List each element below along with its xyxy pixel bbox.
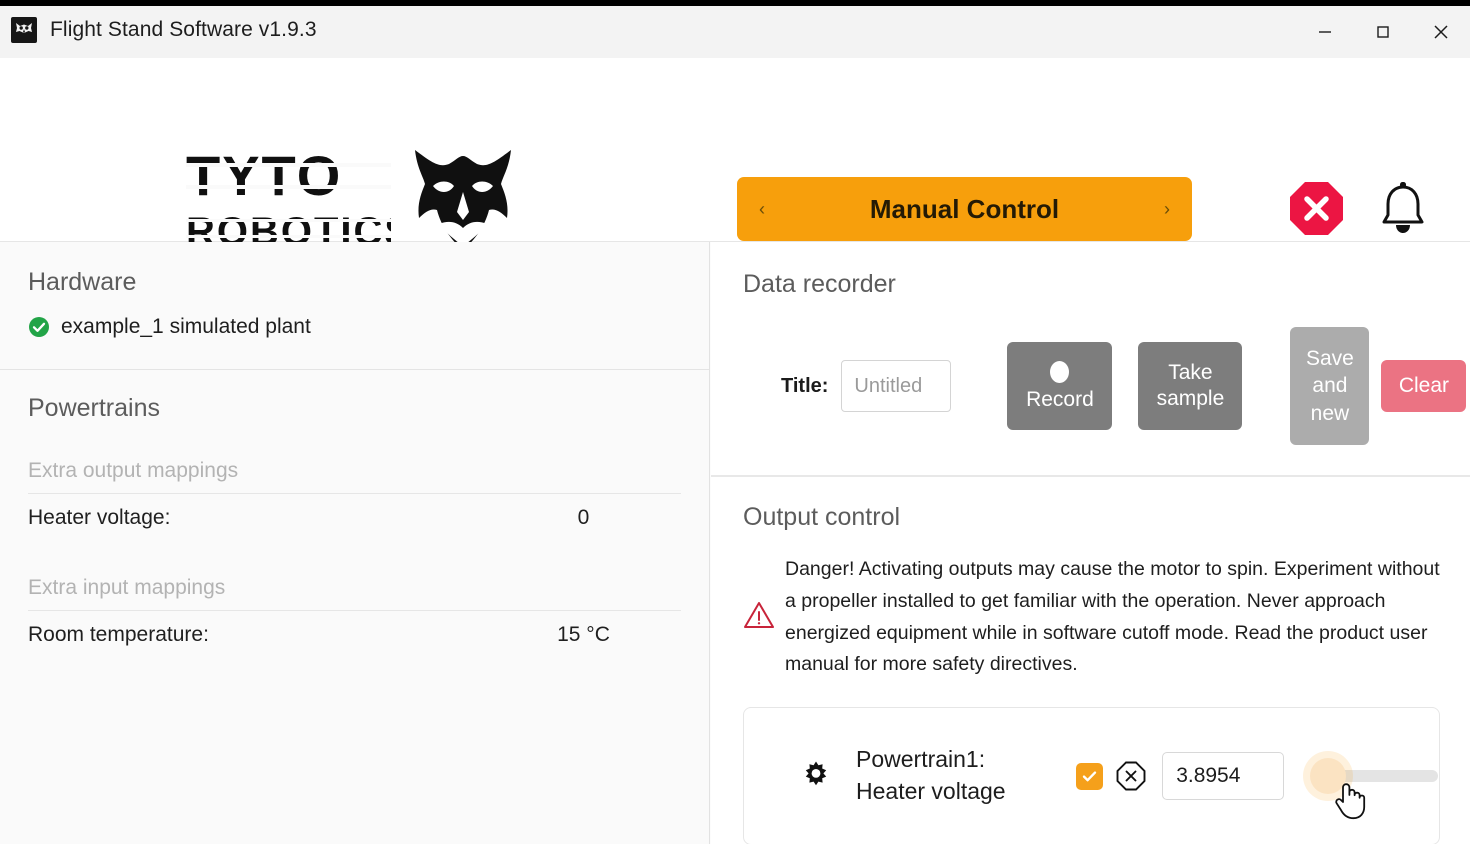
recording-title-input[interactable] — [841, 360, 952, 412]
extra-output-mappings-group: Extra output mappings Heater voltage: 0 — [28, 459, 681, 540]
title-bar-top-edge — [0, 0, 1470, 6]
window-controls — [1296, 6, 1470, 58]
minimize-button[interactable] — [1296, 6, 1354, 58]
extra-input-mappings-title: Extra input mappings — [28, 576, 226, 599]
brand-line1-text: TYTO — [186, 147, 342, 207]
take-sample-label-line1: Take — [1168, 360, 1213, 384]
title-field-label: Title: — [781, 374, 829, 397]
save-and-new-line3: new — [1310, 401, 1350, 425]
owl-app-icon — [11, 17, 37, 43]
powertrain-name-line1: Powertrain1: — [856, 746, 986, 773]
emergency-stop-button[interactable] — [1288, 180, 1345, 237]
take-sample-button[interactable]: Take sample — [1138, 342, 1243, 430]
powertrain-enable-checkbox[interactable] — [1076, 762, 1104, 790]
hardware-panel: Hardware example_1 simulated plant — [0, 242, 709, 370]
safety-warning-text: Danger! Activating outputs may cause the… — [785, 558, 1440, 676]
bell-icon — [1382, 181, 1424, 233]
close-button[interactable] — [1412, 6, 1470, 58]
data-recorder-controls: Title: Record Take sample Save and new C… — [743, 327, 1470, 445]
take-sample-label-line2: sample — [1156, 387, 1225, 410]
status-ok-icon — [28, 316, 50, 338]
powertrain-stop-button[interactable] — [1116, 761, 1146, 791]
app-header: TYTO ROBOTICS ‹ Manual Control › — [0, 58, 1470, 253]
powertrain-value-input[interactable] — [1162, 752, 1285, 801]
mapping-label: Room temperature: — [28, 623, 209, 646]
extra-output-mappings-title: Extra output mappings — [28, 459, 239, 482]
mode-selector-button[interactable]: ‹ Manual Control › — [737, 177, 1192, 241]
record-button[interactable]: Record — [1007, 342, 1113, 430]
brand-wordmark-svg: TYTO ROBOTICS — [186, 147, 391, 253]
mode-label: Manual Control — [869, 193, 1060, 224]
output-control-title: Output control — [743, 503, 901, 531]
hardware-title: Hardware — [28, 268, 137, 296]
clear-button-label: Clear — [1398, 374, 1450, 397]
extra-input-mappings-group: Extra input mappings Room temperature: 1… — [28, 576, 681, 657]
data-recorder-panel: Data recorder Title: Record Take sample … — [711, 242, 1470, 476]
mapping-row: Room temperature: 15 °C — [28, 611, 681, 657]
powertrain-output-name: Powertrain1: Heater voltage — [856, 744, 1054, 807]
maximize-button[interactable] — [1354, 6, 1412, 58]
mapping-label: Heater voltage: — [28, 506, 171, 529]
powertrains-panel: Powertrains Extra output mappings Heater… — [0, 370, 709, 657]
output-control-panel: Output control Danger! Activating output… — [711, 476, 1470, 844]
check-icon — [1082, 771, 1097, 782]
save-and-new-line2: and — [1312, 374, 1348, 398]
clear-button[interactable]: Clear — [1381, 360, 1467, 412]
hardware-device-row[interactable]: example_1 simulated plant — [28, 315, 681, 339]
right-column: Data recorder Title: Record Take sample … — [711, 242, 1470, 844]
window-title: Flight Stand Software v1.9.3 — [50, 18, 317, 41]
record-dot-icon — [1050, 360, 1070, 383]
octagon-stop-icon — [1290, 182, 1343, 235]
gear-icon[interactable] — [802, 760, 830, 793]
hardware-device-name: example_1 simulated plant — [61, 315, 311, 338]
powertrain-slider[interactable] — [1310, 754, 1439, 820]
application-window: Flight Stand Software v1.9.3 TYTO ROBOTI… — [0, 0, 1470, 844]
save-and-new-line1: Save — [1305, 347, 1354, 371]
powertrain-name-line2: Heater voltage — [856, 778, 1006, 805]
warning-triangle-icon — [743, 600, 777, 635]
left-sidebar: Hardware example_1 simulated plant Power… — [0, 242, 710, 844]
powertrains-title: Powertrains — [28, 394, 160, 422]
data-recorder-title: Data recorder — [743, 270, 896, 298]
mapping-row: Heater voltage: 0 — [28, 494, 681, 540]
notifications-button[interactable] — [1375, 179, 1431, 237]
save-and-new-button[interactable]: Save and new — [1290, 327, 1370, 445]
mode-next-icon[interactable]: › — [1164, 199, 1170, 220]
safety-warning: Danger! Activating outputs may cause the… — [743, 554, 1470, 681]
slider-thumb[interactable] — [1310, 758, 1347, 795]
record-button-label: Record — [1026, 387, 1094, 411]
octagon-x-icon — [1116, 761, 1146, 791]
powertrain-output-row: Powertrain1: Heater voltage — [743, 707, 1440, 844]
brand-wordmark: TYTO ROBOTICS — [186, 147, 391, 253]
mapping-value: 15 °C — [557, 623, 610, 646]
mapping-value: 0 — [577, 506, 590, 529]
title-bar: Flight Stand Software v1.9.3 — [0, 0, 1470, 58]
